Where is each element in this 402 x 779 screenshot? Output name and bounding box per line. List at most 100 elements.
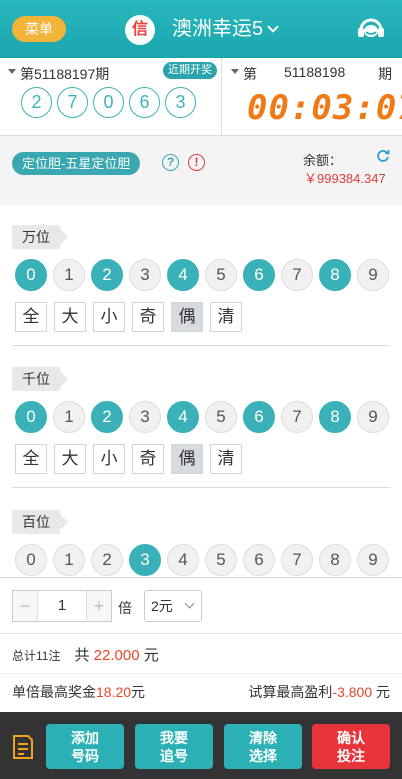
recent-draws-button[interactable]: 近期开奖 — [163, 62, 217, 79]
countdown-timer: 00:03:07 — [247, 88, 402, 128]
digit-ball[interactable]: 1 — [53, 259, 85, 291]
quick-filter-button[interactable]: 全 — [15, 444, 47, 474]
digit-ball[interactable]: 6 — [243, 401, 275, 433]
lottery-title: 澳洲幸运5 — [172, 18, 264, 40]
digit-ball[interactable]: 8 — [319, 401, 351, 433]
digit-row: 0123456789 — [15, 401, 389, 433]
digit-ball[interactable]: 7 — [281, 259, 313, 291]
digit-ball[interactable]: 9 — [357, 401, 389, 433]
divider — [12, 345, 390, 346]
total-prefix: 共 — [74, 647, 90, 664]
multiple-unit-label: 倍 — [118, 600, 132, 616]
quick-filter-button[interactable]: 奇 — [132, 302, 164, 332]
quick-filter-button[interactable]: 小 — [93, 302, 125, 332]
digit-ball[interactable]: 9 — [357, 544, 389, 576]
unit-select[interactable]: 2元 — [144, 590, 202, 622]
digit-ball[interactable]: 8 — [319, 259, 351, 291]
digit-ball[interactable]: 5 — [205, 544, 237, 576]
digit-ball[interactable]: 0 — [15, 544, 47, 576]
quick-filter-button[interactable]: 全 — [15, 302, 47, 332]
quick-filter-button[interactable]: 大 — [54, 302, 86, 332]
confirm-bet-button[interactable]: 确认 投注 — [312, 724, 390, 769]
digit-ball[interactable]: 2 — [91, 544, 123, 576]
quick-filter-button[interactable]: 清 — [210, 302, 242, 332]
digit-row: 0123456789 — [15, 544, 389, 576]
balance-value: ￥999384.347 — [304, 171, 386, 186]
digit-ball[interactable]: 5 — [205, 401, 237, 433]
digit-ball[interactable]: 3 — [129, 544, 161, 576]
max-prize-label: 单倍最高奖金 — [12, 684, 96, 700]
digit-ball[interactable]: 2 — [91, 401, 123, 433]
caret-down-icon — [8, 69, 16, 74]
number-selection-area[interactable]: 万位 0 1 2 3 4 5 6 7 8 9 全大小奇偶清千位 0 1 2 3 4 5 6 7 8 9 全大小奇偶清百位 0 1… — [0, 205, 402, 577]
digit-ball[interactable]: 2 — [91, 259, 123, 291]
quick-filter-row: 全大小奇偶清 — [15, 302, 242, 332]
multiple-stepper: − 1 + — [12, 590, 112, 622]
help-icon[interactable]: ? — [162, 154, 179, 171]
divider — [12, 487, 390, 488]
top-header: 菜单 信 澳洲幸运5 — [0, 0, 402, 58]
divider — [0, 633, 402, 634]
digit-ball[interactable]: 3 — [129, 259, 161, 291]
chase-number-button[interactable]: 我要 追号 — [135, 724, 213, 769]
lottery-selector[interactable]: 澳洲幸运5 — [172, 15, 279, 43]
warning-icon[interactable]: ! — [188, 154, 205, 171]
digit-ball[interactable]: 5 — [205, 259, 237, 291]
bet-list-icon[interactable] — [12, 734, 34, 760]
digit-ball[interactable]: 3 — [129, 401, 161, 433]
bottom-action-bar: 添加 号码 我要 追号 清除 选择 确认 投注 — [0, 712, 402, 779]
current-period-prefix: 第 — [243, 66, 257, 82]
quick-filter-button[interactable]: 小 — [93, 444, 125, 474]
digit-ball[interactable]: 4 — [167, 544, 199, 576]
multiple-input[interactable]: 1 — [37, 591, 87, 621]
max-profit-label: 试算最高盈利 — [248, 684, 333, 700]
digit-ball[interactable]: 0 — [15, 259, 47, 291]
position-label: 百位 — [12, 510, 68, 534]
digit-ball[interactable]: 4 — [167, 401, 199, 433]
max-profit: 试算最高盈利-3.800 元 — [248, 682, 390, 702]
total-unit: 元 — [143, 647, 159, 664]
draw-info-panel: 第51188197期 近期开奖 27063 第 51188198 期 00:03… — [0, 58, 402, 136]
clear-selection-button[interactable]: 清除 选择 — [224, 724, 302, 769]
digit-ball[interactable]: 8 — [319, 544, 351, 576]
menu-button[interactable]: 菜单 — [12, 16, 66, 42]
digit-ball[interactable]: 6 — [243, 259, 275, 291]
max-profit-value: -3.800 — [332, 684, 373, 700]
increase-button[interactable]: + — [87, 591, 111, 621]
digit-ball[interactable]: 7 — [281, 401, 313, 433]
position-label: 万位 — [12, 225, 68, 249]
digit-ball[interactable]: 0 — [15, 401, 47, 433]
drawn-number-ball: 7 — [57, 87, 88, 118]
max-profit-unit: 元 — [376, 684, 390, 700]
max-prize: 单倍最高奖金18.20元 — [12, 682, 145, 702]
digit-ball[interactable]: 6 — [243, 544, 275, 576]
previous-draw[interactable]: 第51188197期 近期开奖 27063 — [0, 58, 222, 136]
chevron-down-icon — [267, 21, 279, 33]
total-bets: 总计11注 — [12, 649, 61, 663]
play-mode-button[interactable]: 定位胆-五星定位胆 — [12, 152, 141, 175]
refresh-icon[interactable] — [376, 149, 390, 163]
decrease-button[interactable]: − — [13, 591, 37, 621]
balance-label: 余额： — [303, 153, 343, 168]
caret-down-icon — [231, 69, 239, 74]
digit-ball[interactable]: 1 — [53, 544, 85, 576]
digit-ball[interactable]: 9 — [357, 259, 389, 291]
digit-row: 0123456789 — [15, 259, 389, 291]
quick-filter-button[interactable]: 大 — [54, 444, 86, 474]
quick-filter-button[interactable]: 奇 — [132, 444, 164, 474]
unit-value: 2元 — [151, 598, 173, 614]
digit-ball[interactable]: 7 — [281, 544, 313, 576]
position-label: 千位 — [12, 367, 68, 391]
digit-ball[interactable]: 4 — [167, 259, 199, 291]
digit-ball[interactable]: 1 — [53, 401, 85, 433]
headset-icon[interactable] — [354, 12, 388, 46]
drawn-number-ball: 6 — [129, 87, 160, 118]
drawn-number-ball: 0 — [93, 87, 124, 118]
quick-filter-button[interactable]: 偶 — [171, 444, 203, 474]
quick-filter-button[interactable]: 偶 — [171, 302, 203, 332]
quick-filter-button[interactable]: 清 — [210, 444, 242, 474]
drawn-number-ball: 2 — [21, 87, 52, 118]
quick-filter-row: 全大小奇偶清 — [15, 444, 242, 474]
previous-period: 第51188197期 — [20, 66, 110, 82]
add-number-button[interactable]: 添加 号码 — [46, 724, 124, 769]
